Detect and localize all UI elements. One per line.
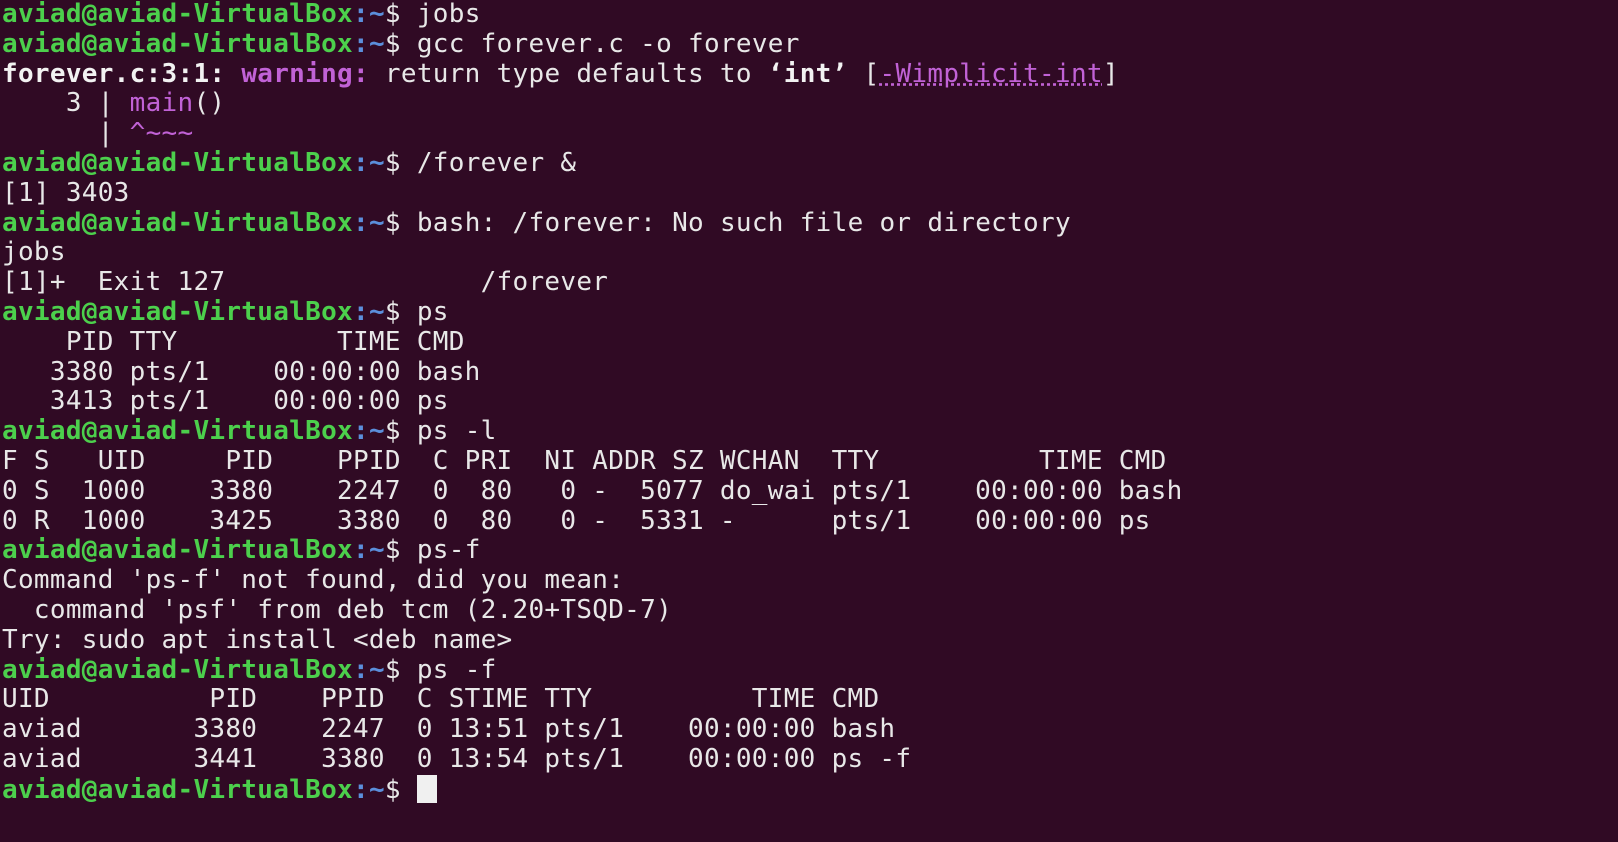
terminal-line: aviad@aviad-VirtualBox:~$ ps -l	[2, 417, 1618, 447]
terminal-line: aviad 3441 3380 0 13:54 pts/1 00:00:00 p…	[2, 745, 1618, 775]
output-text: command 'psf' from deb tcm (2.20+TSQD-7)	[2, 595, 673, 625]
terminal-line: 3 | main()	[2, 89, 1618, 119]
prompt-path: :~	[352, 148, 385, 178]
terminal-line: aviad@aviad-VirtualBox:~$ jobs	[2, 0, 1618, 30]
prompt-symbol: $	[384, 774, 417, 805]
prompt-symbol: $	[384, 297, 417, 327]
prompt-path: :~	[352, 417, 385, 447]
prompt-symbol: $	[384, 148, 417, 178]
output-text: PID TTY TIME CMD	[2, 327, 465, 357]
terminal-line: PID TTY TIME CMD	[2, 328, 1618, 358]
output-text: 0 R 1000 3425 3380 0 80 0 - 5331 - pts/1…	[2, 506, 1151, 536]
terminal-line: 3413 pts/1 00:00:00 ps	[2, 387, 1618, 417]
output-text: [1]+ Exit 127 /forever	[2, 268, 609, 298]
warning-flag: -Wimplicit-int	[879, 59, 1103, 89]
prompt-symbol: $	[384, 536, 417, 566]
prompt-user-host: aviad@aviad-VirtualBox	[2, 536, 353, 566]
warning-bracket-open: [	[847, 59, 880, 89]
warning-label: warning:	[225, 59, 369, 89]
terminal-line: aviad 3380 2247 0 13:51 pts/1 00:00:00 b…	[2, 715, 1618, 745]
code-highlight: ^~~~	[129, 119, 194, 149]
prompt-path: :~	[352, 208, 385, 238]
terminal-line: 3380 pts/1 00:00:00 bash	[2, 358, 1618, 388]
terminal-line: aviad@aviad-VirtualBox:~$ gcc forever.c …	[2, 30, 1618, 60]
output-text: aviad 3380 2247 0 13:51 pts/1 00:00:00 b…	[2, 715, 896, 745]
command-text: gcc forever.c -o forever	[416, 29, 800, 59]
prompt-symbol: $	[384, 29, 417, 59]
terminal-line: jobs	[2, 238, 1618, 268]
command-text: ps	[416, 297, 449, 327]
prompt-symbol: $	[384, 417, 417, 447]
code-gutter: 3 |	[2, 89, 130, 119]
prompt-user-host: aviad@aviad-VirtualBox	[2, 297, 353, 327]
output-text: Command 'ps-f' not found, did you mean:	[2, 566, 625, 596]
output-text: UID PID PPID C STIME TTY TIME CMD	[2, 685, 880, 715]
code-rest: ()	[193, 89, 226, 119]
terminal-line: Try: sudo apt install <deb name>	[2, 626, 1618, 656]
text-cursor[interactable]	[416, 774, 437, 803]
terminal-line: forever.c:3:1: warning: return type defa…	[2, 60, 1618, 90]
warning-location: forever.c:3:1:	[2, 59, 226, 89]
prompt-path: :~	[352, 774, 385, 805]
prompt-user-host: aviad@aviad-VirtualBox	[2, 29, 353, 59]
warning-quoted-type: ‘int’	[767, 59, 848, 89]
prompt-path: :~	[352, 29, 385, 59]
output-text: F S UID PID PPID C PRI NI ADDR SZ WCHAN …	[2, 446, 1167, 476]
terminal-line: aviad@aviad-VirtualBox:~$ ps-f	[2, 536, 1618, 566]
warning-bracket-close: ]	[1102, 59, 1119, 89]
prompt-path: :~	[352, 297, 385, 327]
terminal-line: 0 R 1000 3425 3380 0 80 0 - 5331 - pts/1…	[2, 507, 1618, 537]
code-gutter: |	[2, 119, 130, 149]
warning-message: return type defaults to	[368, 59, 768, 89]
terminal-line: aviad@aviad-VirtualBox:~$ ps	[2, 298, 1618, 328]
output-text: 3380 pts/1 00:00:00 bash	[2, 357, 481, 387]
prompt-user-host: aviad@aviad-VirtualBox	[2, 417, 353, 447]
output-text: 0 S 1000 3380 2247 0 80 0 - 5077 do_wai …	[2, 476, 1183, 506]
terminal-window[interactable]: aviad@aviad-VirtualBox:~$ jobs aviad@avia…	[0, 0, 1618, 842]
command-text: bash: /forever: No such file or director…	[416, 208, 1071, 238]
terminal-line: | ^~~~	[2, 119, 1618, 149]
command-text: ps -f	[416, 655, 497, 685]
terminal-line: F S UID PID PPID C PRI NI ADDR SZ WCHAN …	[2, 447, 1618, 477]
terminal-line: command 'psf' from deb tcm (2.20+TSQD-7)	[2, 596, 1618, 626]
prompt-user-host: aviad@aviad-VirtualBox	[2, 0, 353, 29]
prompt-symbol: $	[384, 0, 417, 29]
command-text: ps -l	[416, 417, 497, 447]
terminal-line: 0 S 1000 3380 2247 0 80 0 - 5077 do_wai …	[2, 477, 1618, 507]
terminal-line: UID PID PPID C STIME TTY TIME CMD	[2, 685, 1618, 715]
terminal-line: Command 'ps-f' not found, did you mean:	[2, 566, 1618, 596]
command-text: jobs	[416, 0, 481, 29]
terminal-line: aviad@aviad-VirtualBox:~$	[2, 774, 1618, 805]
output-text: aviad 3441 3380 0 13:54 pts/1 00:00:00 p…	[2, 744, 912, 774]
prompt-user-host: aviad@aviad-VirtualBox	[2, 148, 353, 178]
prompt-user-host: aviad@aviad-VirtualBox	[2, 208, 353, 238]
output-text: jobs	[2, 238, 66, 268]
prompt-user-host: aviad@aviad-VirtualBox	[2, 655, 353, 685]
prompt-path: :~	[352, 655, 385, 685]
prompt-path: :~	[352, 536, 385, 566]
terminal-line: aviad@aviad-VirtualBox:~$ ps -f	[2, 656, 1618, 686]
output-text: 3413 pts/1 00:00:00 ps	[2, 387, 449, 417]
terminal-line: aviad@aviad-VirtualBox:~$ /forever &	[2, 149, 1618, 179]
prompt-user-host: aviad@aviad-VirtualBox	[2, 774, 353, 805]
terminal-line: [1]+ Exit 127 /forever	[2, 268, 1618, 298]
command-text: /forever &	[416, 148, 577, 178]
prompt-symbol: $	[384, 655, 417, 685]
output-text: [1] 3403	[2, 178, 130, 208]
terminal-line: aviad@aviad-VirtualBox:~$ bash: /forever…	[2, 209, 1618, 239]
prompt-path: :~	[352, 0, 385, 29]
command-text: ps-f	[416, 536, 481, 566]
code-highlight: main	[129, 89, 194, 119]
prompt-symbol: $	[384, 208, 417, 238]
output-text: Try: sudo apt install <deb name>	[2, 625, 513, 655]
terminal-line: [1] 3403	[2, 179, 1618, 209]
